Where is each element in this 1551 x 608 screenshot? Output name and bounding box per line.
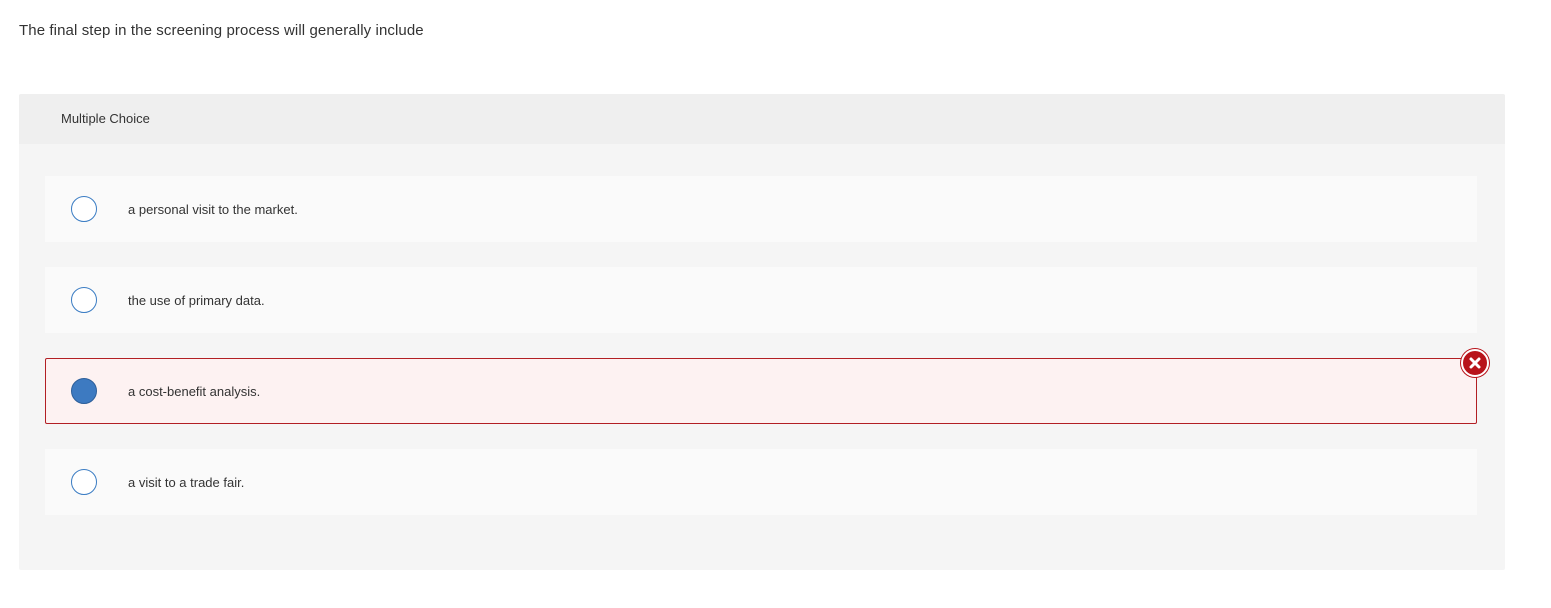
panel-header: Multiple Choice <box>19 94 1505 144</box>
multiple-choice-panel: Multiple Choice a personal visit to the … <box>19 94 1505 570</box>
answer-option-a[interactable]: a personal visit to the market. <box>45 176 1477 242</box>
question-type-label: Multiple Choice <box>61 111 150 126</box>
answer-option-label: the use of primary data. <box>128 293 265 308</box>
radio-button[interactable] <box>71 196 97 222</box>
answer-option-label: a cost-benefit analysis. <box>128 384 261 399</box>
radio-button[interactable] <box>71 287 97 313</box>
answer-option-label: a personal visit to the market. <box>128 202 298 217</box>
answer-option-b[interactable]: the use of primary data. <box>45 267 1477 333</box>
answer-option-label: a visit to a trade fair. <box>128 475 245 490</box>
answer-option-c[interactable]: a cost-benefit analysis. <box>45 358 1477 424</box>
radio-button-selected[interactable] <box>71 378 97 404</box>
answer-option-d[interactable]: a visit to a trade fair. <box>45 449 1477 515</box>
radio-button[interactable] <box>71 469 97 495</box>
question-text: The final step in the screening process … <box>19 22 424 39</box>
x-circle-icon <box>1461 349 1489 377</box>
